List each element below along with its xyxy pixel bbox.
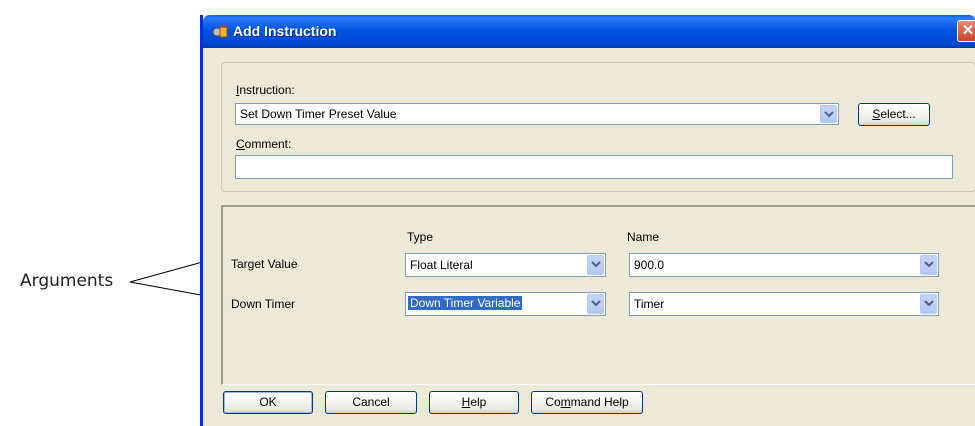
target-value-type-dropdown[interactable]: Float Literal [405, 253, 606, 277]
instruction-value: Set Down Timer Preset Value [240, 107, 397, 121]
close-button[interactable]: ✕ [957, 20, 975, 42]
add-instruction-icon [212, 25, 228, 38]
add-instruction-dialog: Add Instruction ✕ Instruction: Set Down … [200, 15, 975, 426]
chevron-down-icon [591, 261, 601, 268]
target-value-name: 900.0 [634, 258, 665, 272]
arguments-group: Type Name Target Value Float Literal 900… [221, 205, 975, 385]
chevron-down-icon [824, 111, 834, 118]
target-value-name-dropdown[interactable]: 900.0 [629, 253, 939, 277]
chevron-down-icon [924, 261, 934, 268]
comment-input[interactable] [235, 155, 953, 179]
down-timer-name-dropdown-button[interactable] [920, 294, 937, 314]
instruction-label: Instruction: [236, 83, 295, 97]
target-value-label: Target Value [231, 257, 298, 271]
title-bar[interactable]: Add Instruction ✕ [203, 15, 975, 48]
cancel-button[interactable]: Cancel [325, 391, 417, 414]
down-timer-type: Down Timer Variable [408, 296, 523, 310]
down-timer-name-dropdown[interactable]: Timer [629, 292, 939, 316]
name-column-header: Name [627, 230, 660, 244]
select-button[interactable]: Select... [858, 103, 930, 126]
target-value-type: Float Literal [410, 258, 473, 272]
instruction-dropdown-button[interactable] [820, 105, 837, 123]
instruction-dropdown[interactable]: Set Down Timer Preset Value [235, 103, 839, 125]
ok-button[interactable]: OK [223, 391, 313, 414]
comment-label: Comment: [236, 137, 292, 151]
down-timer-type-dropdown[interactable]: Down Timer Variable [405, 292, 606, 316]
close-icon: ✕ [961, 22, 975, 39]
command-help-button[interactable]: Command Help [531, 391, 643, 414]
down-timer-name: Timer [634, 297, 665, 311]
instruction-group: Instruction: Set Down Timer Preset Value… [221, 62, 975, 192]
down-timer-type-dropdown-button[interactable] [587, 294, 604, 314]
target-value-type-dropdown-button[interactable] [587, 255, 604, 275]
down-timer-label: Down Timer [231, 297, 296, 311]
target-value-name-dropdown-button[interactable] [920, 255, 937, 275]
chevron-down-icon [924, 300, 934, 307]
help-button[interactable]: Help [429, 391, 519, 414]
chevron-down-icon [591, 300, 601, 307]
type-column-header: Type [407, 230, 434, 244]
dialog-title: Add Instruction [233, 23, 337, 39]
